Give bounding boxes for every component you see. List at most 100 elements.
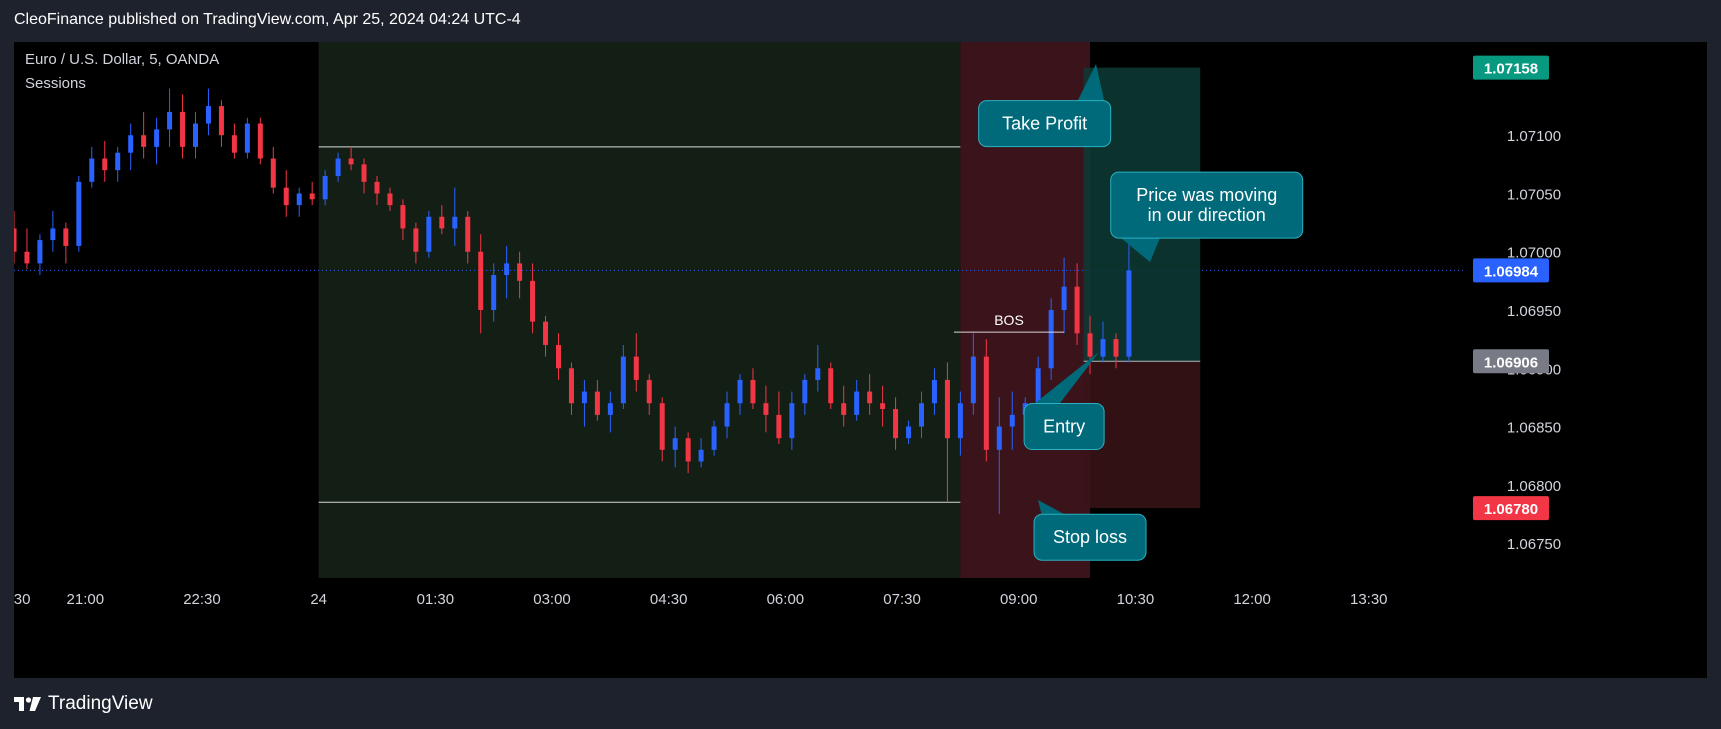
candle-body xyxy=(919,403,924,427)
candle-body xyxy=(607,403,613,415)
candle-body xyxy=(205,106,211,124)
stop-loss-price-badge: 1.06780 xyxy=(1473,496,1549,521)
candle-body xyxy=(167,111,173,130)
take-profit-price-badge-text: 1.07158 xyxy=(1484,61,1538,78)
x-tick-label: 07:30 xyxy=(883,591,921,608)
callout-text: Entry xyxy=(1043,417,1085,437)
price-chart[interactable]: BOS Take Profit Price was moving in our di… xyxy=(14,42,1707,678)
candle-body xyxy=(465,216,471,252)
candle-body xyxy=(309,193,315,200)
x-tick-label: 24 xyxy=(310,591,327,608)
x-tick-label: 06:00 xyxy=(767,591,805,608)
callout-text: Take Profit xyxy=(1002,114,1087,134)
brand-name: TradingView xyxy=(48,693,153,714)
candle-body xyxy=(556,344,561,369)
y-tick-label: 1.07050 xyxy=(1507,186,1561,203)
candle-body xyxy=(594,391,600,415)
candle-body xyxy=(270,158,276,188)
callout-text: Stop loss xyxy=(1053,527,1127,547)
candle-body xyxy=(802,379,808,404)
candle-body xyxy=(1126,270,1132,357)
candle-body xyxy=(193,123,198,147)
candle-body xyxy=(763,403,769,415)
brand[interactable]: TradingView xyxy=(14,693,153,715)
x-tick-label: :30 xyxy=(14,591,30,608)
candle-body xyxy=(685,438,691,462)
candle-body xyxy=(89,158,95,182)
candle-body xyxy=(880,403,886,410)
candle-body xyxy=(102,158,108,171)
candle-body xyxy=(1048,310,1054,369)
candle-body xyxy=(14,228,17,252)
candle-body xyxy=(231,135,237,153)
candle-body xyxy=(659,403,665,450)
indicator-label: Sessions xyxy=(25,75,86,92)
y-tick-label: 1.06800 xyxy=(1507,478,1561,495)
candle-body xyxy=(944,379,950,439)
candle-body xyxy=(1113,339,1119,357)
candle-body xyxy=(543,321,549,345)
last-price-badge: 1.06984 xyxy=(1473,258,1549,283)
candle-body xyxy=(633,356,639,380)
candle-body xyxy=(983,356,989,450)
candle-body xyxy=(296,193,302,206)
candle-body xyxy=(750,379,756,404)
candle-body xyxy=(154,129,160,147)
candle-body xyxy=(76,181,82,246)
candle-body xyxy=(672,438,678,450)
candle-body xyxy=(893,409,899,439)
candle-body xyxy=(504,263,510,276)
bos-label: BOS xyxy=(994,312,1024,328)
x-tick-label: 03:00 xyxy=(533,591,571,608)
callout-text-line: in our direction xyxy=(1148,205,1266,225)
candle-body xyxy=(413,228,419,252)
candle-body xyxy=(1061,286,1067,310)
candle-body xyxy=(439,216,445,229)
y-tick-label: 1.06950 xyxy=(1507,303,1561,320)
candle-body xyxy=(698,449,704,462)
entry-price-badge: 1.06906 xyxy=(1473,349,1549,374)
instrument-label: Euro / U.S. Dollar, 5, OANDA xyxy=(25,51,219,68)
session-box-asia xyxy=(318,42,961,578)
candle-body xyxy=(128,135,134,153)
candle-body xyxy=(1009,414,1015,427)
candle-body xyxy=(335,158,341,176)
stop-loss-price-badge-text: 1.06780 xyxy=(1484,501,1538,518)
candle-body xyxy=(996,426,1002,450)
last-price-badge-text: 1.06984 xyxy=(1484,263,1539,280)
candle-body xyxy=(478,251,484,310)
candle-body xyxy=(361,164,367,182)
x-tick-label: 09:00 xyxy=(1000,591,1038,608)
x-tick-label: 13:30 xyxy=(1350,591,1388,608)
candle-body xyxy=(815,368,821,380)
candle-body xyxy=(141,135,147,147)
candle-body xyxy=(776,414,782,439)
candle-body xyxy=(374,181,380,194)
candle-body xyxy=(50,228,56,241)
candle-body xyxy=(180,111,186,147)
y-tick-label: 1.06850 xyxy=(1507,420,1561,437)
candle-body xyxy=(387,193,393,206)
candle-body xyxy=(1087,333,1093,357)
candle-body xyxy=(854,391,860,415)
candle-body xyxy=(257,123,263,159)
y-tick-label: 1.07100 xyxy=(1507,128,1561,145)
x-tick-label: 12:00 xyxy=(1233,591,1271,608)
candle-body xyxy=(957,403,963,439)
publisher-line: CleoFinance published on TradingView.com… xyxy=(14,11,521,28)
candle-body xyxy=(724,403,730,427)
callout-text-line: Price was moving xyxy=(1136,185,1277,205)
candle-body xyxy=(1100,339,1106,357)
candle-body xyxy=(37,240,43,264)
candle-body xyxy=(348,158,354,165)
y-tick-label: 1.06750 xyxy=(1507,536,1561,553)
tradingview-logo-icon xyxy=(14,697,41,711)
candle-body xyxy=(1074,286,1080,334)
candle-body xyxy=(491,275,497,310)
bottom-bar: TradingView xyxy=(0,680,1721,729)
chart-frame[interactable]: BOS Take Profit Price was moving in our di… xyxy=(14,42,1707,678)
x-tick-label: 10:30 xyxy=(1117,591,1155,608)
candle-body xyxy=(517,263,523,281)
top-bar: CleoFinance published on TradingView.com… xyxy=(0,0,1721,42)
x-tick-label: 21:00 xyxy=(67,591,105,608)
